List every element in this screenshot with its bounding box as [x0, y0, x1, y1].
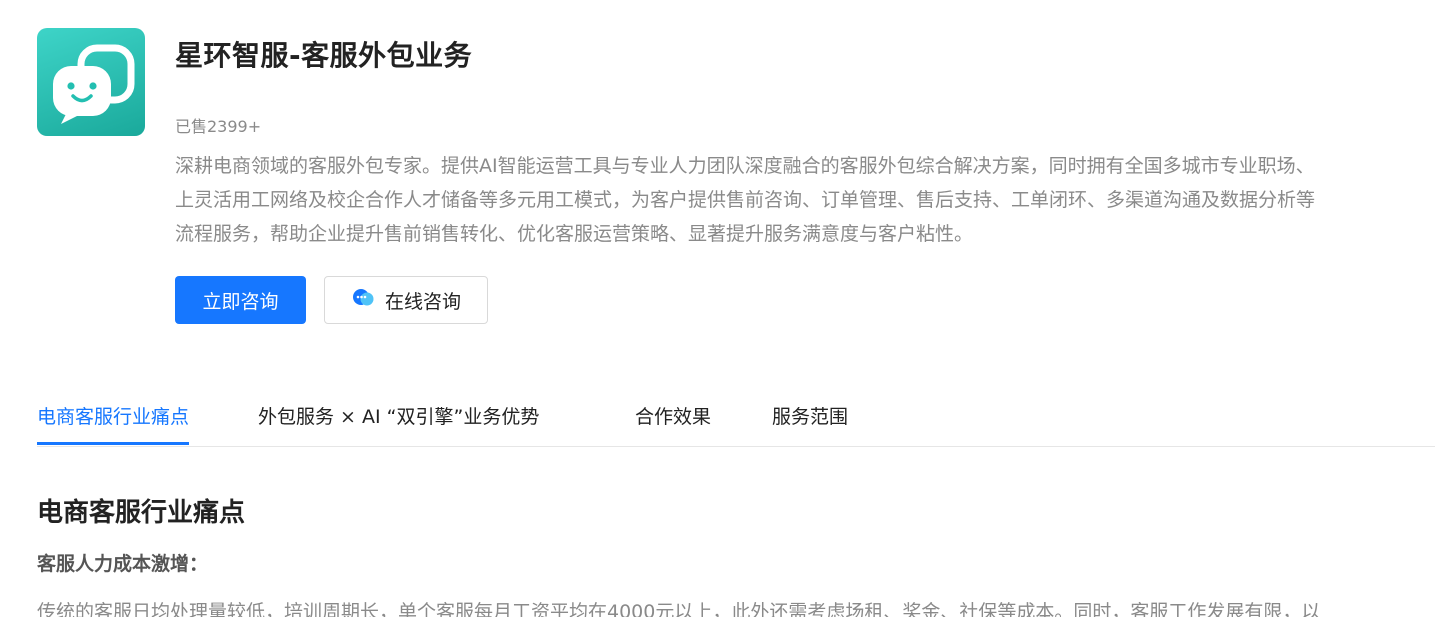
online-consult-label: 在线咨询 — [384, 290, 461, 313]
tab-cooperation-results[interactable]: 合作效果 — [635, 402, 711, 445]
product-logo — [37, 28, 145, 136]
section-paragraph: 传统的客服日均处理量较低，培训周期长，单个客服每月工资平均在4000元以上，此外… — [37, 601, 1321, 617]
product-page: 星环智服-客服外包业务 已售2399+ 深耕电商领域的客服外包专家。提供AI智能… — [0, 0, 1435, 617]
sold-count: 已售2399+ — [175, 117, 262, 136]
product-title: 星环智服-客服外包业务 — [175, 39, 473, 72]
chat-icon — [351, 286, 375, 315]
section-tabs: 电商客服行业痛点 外包服务 × AI “双引擎”业务优势 合作效果 服务范围 — [37, 390, 1435, 447]
consult-now-button[interactable]: 立即咨询 — [175, 276, 306, 324]
description-line: 流程服务，帮助企业提升售前销售转化、优化客服运营策略、显著提升服务满意度与客户粘… — [175, 223, 974, 245]
tab-dual-engine-advantages[interactable]: 外包服务 × AI “双引擎”业务优势 — [258, 402, 539, 445]
chat-bubble-icon — [53, 44, 135, 124]
section-title: 电商客服行业痛点 — [37, 498, 246, 528]
product-description: 深耕电商领域的客服外包专家。提供AI智能运营工具与专业人力团队深度融合的客服外包… — [175, 149, 1435, 251]
description-line: 上灵活用工网络及校企合作人才储备等多元用工模式，为客户提供售前咨询、订单管理、售… — [175, 189, 1316, 211]
online-consult-button[interactable]: 在线咨询 — [324, 276, 488, 324]
description-line: 深耕电商领域的客服外包专家。提供AI智能运营工具与专业人力团队深度融合的客服外包… — [175, 155, 1315, 177]
subsection-title: 客服人力成本激增： — [37, 553, 209, 575]
tab-industry-pain-points[interactable]: 电商客服行业痛点 — [37, 402, 190, 445]
tab-service-scope[interactable]: 服务范围 — [772, 402, 848, 445]
